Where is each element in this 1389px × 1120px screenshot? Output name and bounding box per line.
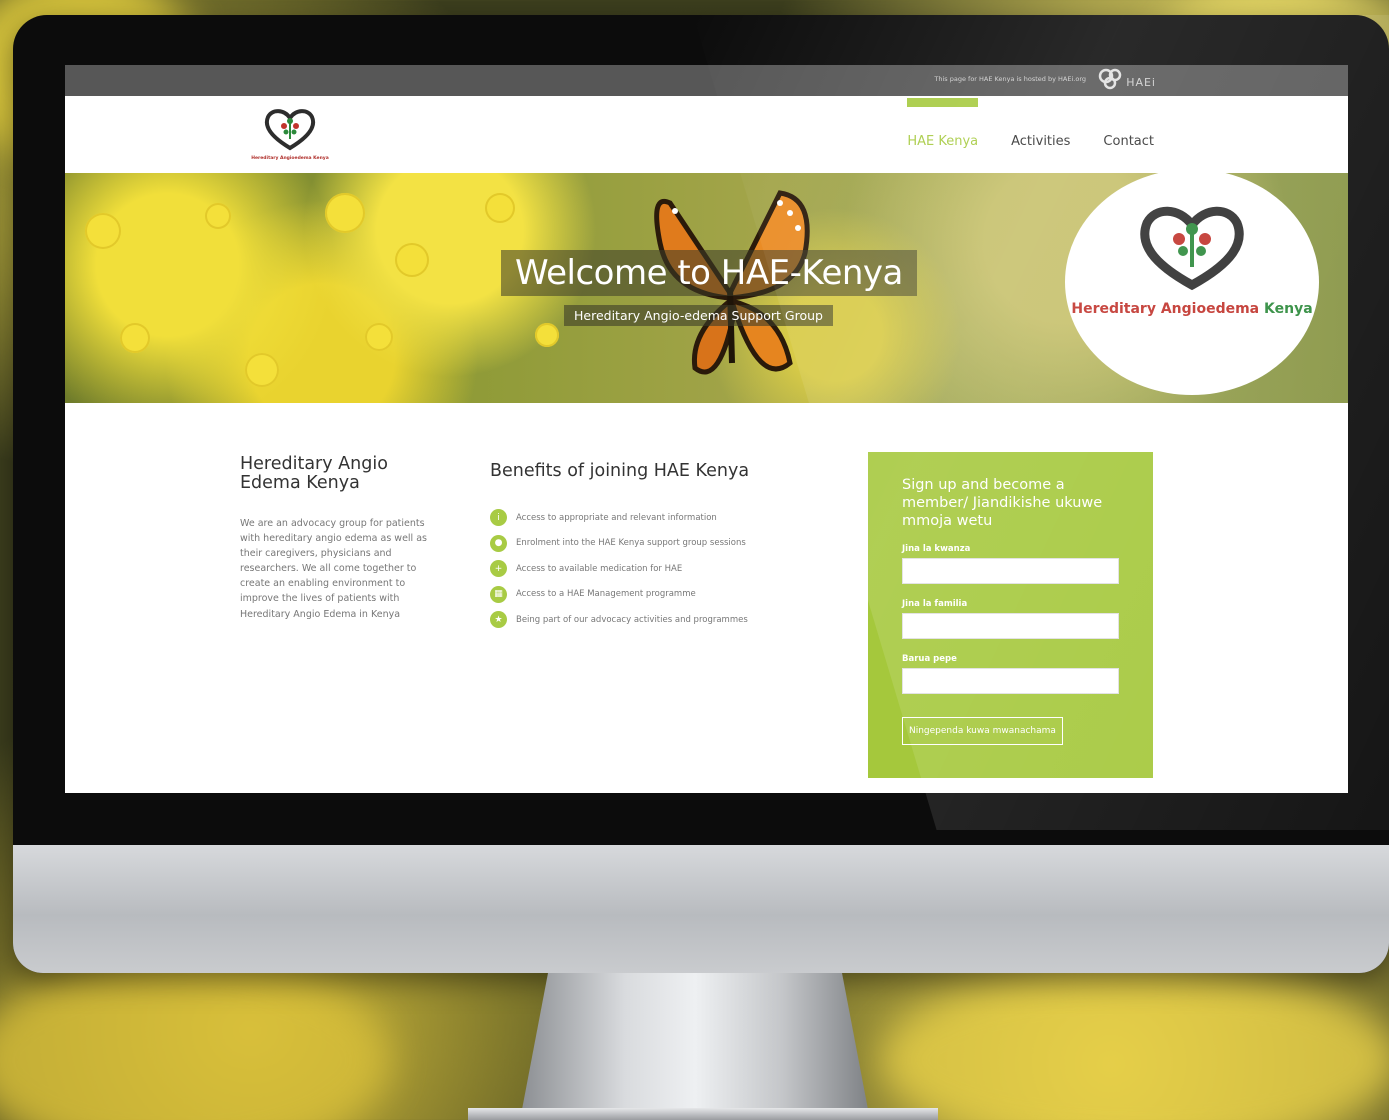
benefit-label: Enrolment into the HAE Kenya support gro… bbox=[516, 538, 746, 549]
heart-logo-icon bbox=[1140, 206, 1244, 291]
first-name-label: Jina la kwanza bbox=[902, 544, 971, 555]
hero-logo-badge: Hereditary Angioedema Kenya bbox=[1065, 173, 1319, 395]
benefit-label: Access to a HAE Management programme bbox=[516, 589, 696, 600]
hero-flower bbox=[365, 323, 393, 351]
monitor-stand-base bbox=[468, 1108, 938, 1120]
background-flower bbox=[880, 970, 1389, 1120]
signup-form: Sign up and become a member/ Jiandikishe… bbox=[868, 452, 1153, 778]
about-body: We are an advocacy group for patients wi… bbox=[240, 517, 427, 620]
website-screen: This page for HAE Kenya is hosted by HAE… bbox=[65, 65, 1348, 793]
group-icon: ● bbox=[490, 534, 507, 552]
about-section: Hereditary Angio Edema Kenya We are an a… bbox=[240, 454, 445, 622]
signup-heading: Sign up and become a member/ Jiandikishe… bbox=[902, 477, 1103, 530]
benefits-list: i Access to appropriate and relevant inf… bbox=[490, 505, 810, 633]
benefit-label: Being part of our advocacy activities an… bbox=[516, 614, 748, 625]
hero-flower bbox=[120, 323, 150, 353]
hero-flower bbox=[395, 243, 429, 277]
first-name-group: Jina la kwanza bbox=[902, 544, 1119, 585]
background-flower bbox=[0, 960, 390, 1120]
main-content: Hereditary Angio Edema Kenya We are an a… bbox=[65, 403, 1348, 793]
benefit-item: i Access to appropriate and relevant inf… bbox=[490, 505, 810, 531]
hero-flower bbox=[325, 193, 365, 233]
benefit-item: ★ Being part of our advocacy activities … bbox=[490, 607, 810, 633]
benefit-label: Access to available medication for HAE bbox=[516, 563, 683, 574]
info-icon: i bbox=[490, 509, 507, 527]
main-nav: HAE Kenya Activities Contact bbox=[907, 96, 1154, 149]
hero-title: Welcome to HAE-Kenya bbox=[501, 250, 917, 296]
hero-flower bbox=[245, 353, 279, 387]
last-name-field[interactable] bbox=[902, 613, 1119, 640]
email-group: Barua pepe bbox=[902, 654, 1119, 695]
about-heading: Hereditary Angio Edema Kenya bbox=[240, 454, 388, 494]
email-field[interactable] bbox=[902, 668, 1119, 695]
benefit-item: + Access to available medication for HAE bbox=[490, 556, 810, 582]
benefit-item: ● Enrolment into the HAE Kenya support g… bbox=[490, 531, 810, 557]
haei-logo-text: HAEi bbox=[1126, 76, 1156, 89]
monitor-stand bbox=[520, 973, 870, 1120]
hero-flower bbox=[205, 203, 231, 229]
nav-item-activities[interactable]: Activities bbox=[1011, 96, 1070, 149]
heart-logo-icon bbox=[264, 109, 316, 151]
first-name-field[interactable] bbox=[902, 558, 1119, 585]
hero-flower bbox=[535, 323, 559, 347]
nav-item-contact[interactable]: Contact bbox=[1103, 96, 1154, 149]
haei-logo-link[interactable]: HAEi bbox=[1098, 68, 1156, 90]
hero-flower bbox=[485, 193, 515, 223]
benefit-item: ▦ Access to a HAE Management programme bbox=[490, 582, 810, 608]
site-logo[interactable]: Hereditary Angioedema Kenya bbox=[237, 106, 343, 164]
nav-item-hae-kenya[interactable]: HAE Kenya bbox=[907, 96, 978, 149]
hosted-by-note: This page for HAE Kenya is hosted by HAE… bbox=[934, 75, 1086, 83]
calendar-icon: ▦ bbox=[490, 585, 507, 603]
site-logo-tagline: Hereditary Angioedema Kenya bbox=[251, 156, 329, 161]
hero-logo-brand: Hereditary Angioedema Kenya bbox=[1065, 301, 1319, 317]
last-name-group: Jina la familia bbox=[902, 599, 1119, 640]
star-icon: ★ bbox=[490, 611, 507, 629]
hero-subtitle: Hereditary Angio-edema Support Group bbox=[564, 305, 833, 326]
benefit-label: Access to appropriate and relevant infor… bbox=[516, 512, 717, 523]
navbar: Hereditary Angioedema Kenya HAE Kenya Ac… bbox=[65, 96, 1348, 173]
submit-button[interactable]: Ningependa kuwa mwanachama bbox=[902, 717, 1063, 746]
benefits-section: Benefits of joining HAE Kenya i Access t… bbox=[490, 461, 810, 633]
brand-text-green: Kenya bbox=[1264, 301, 1313, 317]
hero-banner: Welcome to HAE-Kenya Hereditary Angio-ed… bbox=[65, 173, 1348, 403]
last-name-label: Jina la familia bbox=[902, 599, 968, 610]
haei-logo-icon bbox=[1098, 68, 1122, 90]
hero-flower bbox=[85, 213, 121, 249]
benefits-heading: Benefits of joining HAE Kenya bbox=[490, 461, 750, 481]
medication-icon: + bbox=[490, 560, 507, 578]
brand-text-red: Hereditary Angioedema bbox=[1071, 301, 1260, 317]
email-label: Barua pepe bbox=[902, 654, 957, 665]
top-bar: This page for HAE Kenya is hosted by HAE… bbox=[65, 65, 1348, 96]
monitor-chin bbox=[13, 845, 1389, 973]
